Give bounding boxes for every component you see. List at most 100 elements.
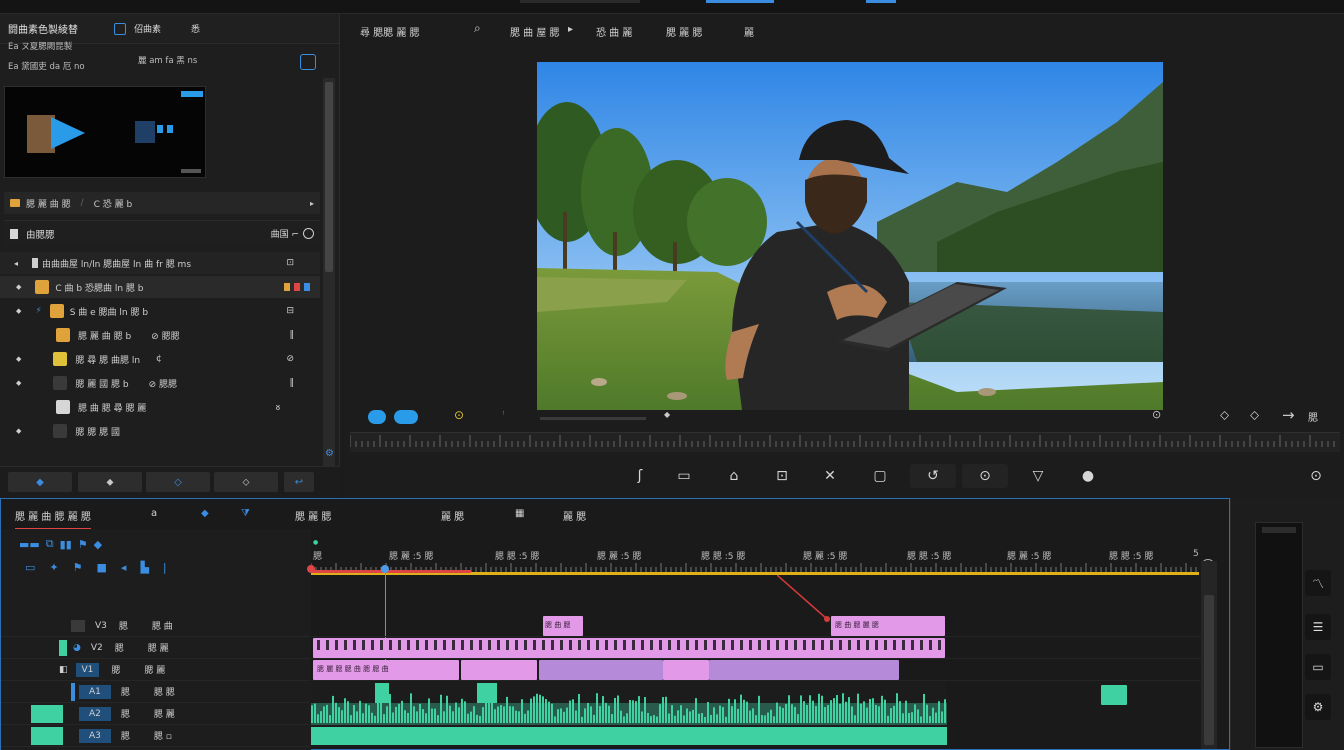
scrollbar-thumb[interactable]: [1204, 595, 1214, 745]
zoom-handle-icon[interactable]: ⊙: [1152, 408, 1161, 421]
top-tab-3[interactable]: [866, 0, 896, 3]
tab-3[interactable]: ◆: [201, 508, 209, 519]
chevron-right-icon[interactable]: ▸: [310, 199, 314, 208]
export-tool-button[interactable]: ⊙: [1298, 464, 1334, 488]
audio-source-patch[interactable]: [31, 704, 63, 723]
project-scrollbar[interactable]: [323, 78, 335, 468]
waveform-icon[interactable]: 〽: [1305, 570, 1331, 596]
marker-icon[interactable]: ▮▮: [60, 538, 72, 551]
clock-icon[interactable]: [303, 228, 314, 239]
pause-icon[interactable]: ‖: [290, 330, 295, 340]
tree-right-icon[interactable]: ⊟: [286, 306, 294, 316]
tab-5[interactable]: 腮 麗 腮: [295, 508, 331, 523]
tree-row[interactable]: 腮 麗 曲 腮 b ⊘ 腮腮 ‖: [0, 324, 320, 346]
mask-tool-button[interactable]: ▢: [862, 464, 898, 488]
monitor-menu-4[interactable]: 麗: [744, 24, 754, 39]
tree-row[interactable]: ◆ ⚡ S 曲 e 腮曲 ln 腮 b ⊟: [0, 300, 320, 322]
track-header-a3[interactable]: A3 腮 腮 ▫: [1, 725, 309, 747]
play-small-icon[interactable]: ▸: [568, 24, 573, 35]
track-header-a2[interactable]: A2 腮 腮 麗: [1, 703, 309, 725]
selection-tool-button[interactable]: ʃ: [622, 464, 658, 488]
audio-clip-small[interactable]: [1101, 685, 1127, 705]
wrench-icon[interactable]: ⚙: [325, 448, 334, 459]
tree-row[interactable]: ◆ C 曲 b 恐腮曲 ln 腮 b: [0, 276, 320, 298]
clip-video-3[interactable]: [539, 660, 663, 680]
audio-patch[interactable]: [71, 682, 75, 701]
clip-video-2[interactable]: [461, 660, 537, 680]
pause-icon[interactable]: ‖: [290, 378, 295, 388]
tree-right-icon[interactable]: ⊡: [286, 258, 294, 268]
nav-right-2[interactable]: ⬦: [1250, 408, 1259, 423]
header-tab-2[interactable]: 悉: [191, 22, 200, 35]
tab-8[interactable]: 麗 腮: [563, 508, 586, 523]
media-thumbnail[interactable]: [4, 86, 206, 178]
expand-arrow-icon[interactable]: ◂: [14, 259, 18, 268]
monitor-title[interactable]: 尋 腮腮 麗 腮: [360, 24, 420, 39]
top-tab-active[interactable]: [706, 0, 774, 3]
footer-button-1[interactable]: ◆: [8, 472, 72, 492]
in-point-marker[interactable]: [307, 565, 315, 573]
monitor-menu-1[interactable]: 腮 曲 屋 腮: [510, 24, 560, 39]
track-header-v3[interactable]: V3 腮 腮 曲: [1, 615, 309, 637]
search-icon[interactable]: ⌕: [474, 21, 481, 36]
monitor-menu-3[interactable]: 腮 麗 腮: [666, 24, 702, 39]
settings-icon[interactable]: ◆: [94, 538, 102, 551]
link-icon[interactable]: ⧉: [46, 537, 54, 551]
lock-icon[interactable]: ◧: [59, 665, 68, 675]
top-tab-1[interactable]: [520, 0, 640, 3]
flag-icon[interactable]: ⚑: [73, 561, 83, 574]
tab-6[interactable]: 麗 腮: [441, 508, 464, 523]
clip-title-2[interactable]: 腮 曲 腮 麗 腮: [831, 616, 945, 636]
arrow-right-icon[interactable]: →: [1282, 406, 1295, 424]
monitor-ruler[interactable]: [350, 432, 1340, 452]
bin-icon[interactable]: ■: [97, 561, 107, 574]
folder-bar[interactable]: 腮 麗 曲 腮 / C 恐 麗 b ▸: [4, 192, 320, 214]
tab-sequence[interactable]: 腮 麗 曲 腮 麗 腮: [15, 508, 91, 530]
marker-tool-button[interactable]: ▽: [1020, 464, 1056, 488]
loop-tool-button[interactable]: ↺: [910, 464, 956, 488]
monitor-menu-2[interactable]: 恐 曲 麗: [596, 24, 632, 39]
footer-button-2[interactable]: ⬥: [78, 472, 142, 492]
audio-waveform[interactable]: [311, 681, 947, 747]
lock-icon[interactable]: [71, 619, 85, 632]
header-tab-1[interactable]: 佋曲素: [134, 22, 161, 35]
video-preview[interactable]: [537, 62, 1163, 410]
marker-icon[interactable]: ᴕ: [276, 402, 280, 413]
snap-icon[interactable]: ▬▬: [19, 538, 40, 551]
camera-tool-button[interactable]: ⊙: [962, 464, 1008, 488]
tree-row[interactable]: ◂ 由曲曲屋 ln/ln 腮曲屋 ln 曲 fr 腮 ms ⊡: [0, 252, 320, 274]
audio-source-patch[interactable]: [31, 726, 63, 745]
in-out-bar[interactable]: [311, 570, 471, 573]
source-patch[interactable]: [59, 639, 67, 656]
home-tool-button[interactable]: ⌂: [716, 464, 752, 488]
zoom-tool-button[interactable]: ⊡: [764, 464, 800, 488]
stack-icon[interactable]: ☰: [1305, 614, 1331, 640]
tab-7[interactable]: ▦: [515, 508, 524, 519]
footer-button-5[interactable]: ↩: [284, 472, 314, 492]
caption-icon[interactable]: ▭: [25, 561, 35, 574]
scrub-handle[interactable]: ◆: [664, 410, 670, 419]
checkbox-icon[interactable]: [114, 22, 126, 35]
clip-video-4[interactable]: [663, 660, 709, 680]
scrub-bar[interactable]: [540, 417, 646, 420]
marker-out-icon[interactable]: [394, 410, 418, 424]
sequence-header-right[interactable]: 曲国 ⌐: [271, 227, 299, 240]
clip-sequence-strip[interactable]: [313, 638, 945, 658]
razor-tool-button[interactable]: ✕: [812, 464, 848, 488]
wrench-icon[interactable]: ⚑: [78, 538, 88, 551]
arrow-icon[interactable]: ◂: [121, 561, 127, 574]
clip-title[interactable]: 腮 曲 腮: [543, 616, 583, 636]
fx-icon[interactable]: ✦: [49, 561, 58, 574]
tree-row[interactable]: ◆ 腮 尋 腮 曲腮 ln ¢ ⊘: [0, 348, 320, 370]
nav-right-4[interactable]: 腮: [1308, 409, 1318, 424]
footer-button-3[interactable]: ◇: [146, 472, 210, 492]
track-header-a1[interactable]: A1 腮 腮 腮: [1, 681, 309, 703]
tree-row[interactable]: 腮 曲 腮 尋 腮 麗 ᴕ: [0, 396, 320, 418]
footer-button-4[interactable]: ⬦: [214, 472, 278, 492]
clip-video-5[interactable]: [709, 660, 899, 680]
eye-icon[interactable]: ◕: [73, 643, 81, 653]
clip-video-1[interactable]: 腮 麗 腮 腮 曲 腮 腮 曲: [313, 660, 459, 680]
nav-right-1[interactable]: ⬦: [1220, 408, 1229, 423]
track-header-v1[interactable]: ◧ V1 腮 腮 麗: [1, 659, 309, 681]
settings-icon[interactable]: ⚙: [1305, 694, 1331, 720]
